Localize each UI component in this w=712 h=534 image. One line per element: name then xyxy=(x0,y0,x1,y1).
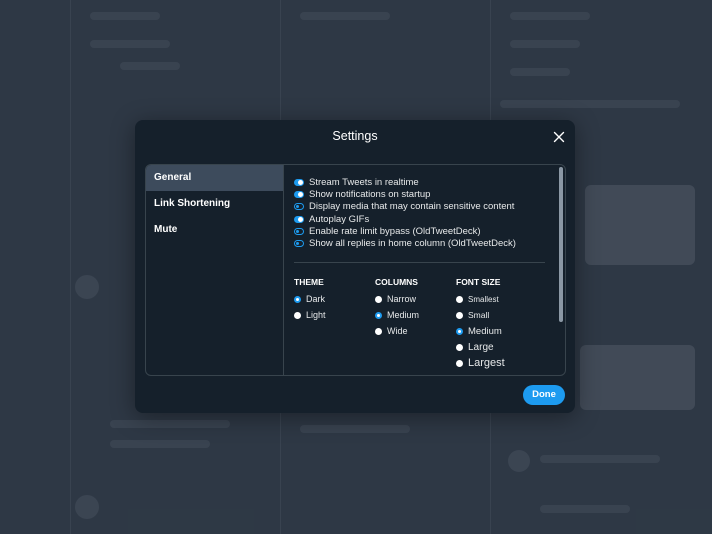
radio-label: Narrow xyxy=(387,294,417,304)
sidebar-item-mute[interactable]: Mute xyxy=(146,217,283,243)
toggle-switch-off[interactable] xyxy=(294,240,304,248)
general-settings: Stream Tweets in realtime Show notificat… xyxy=(284,165,555,375)
radio-label: Light xyxy=(306,310,326,320)
radio-label: Large xyxy=(468,341,494,353)
columns-group: COLUMNS Narrow Medium Wide xyxy=(375,277,419,339)
radio-label: Largest xyxy=(468,357,505,369)
toggle-switch-on[interactable] xyxy=(294,215,304,223)
toggle-switch-on[interactable] xyxy=(294,178,304,186)
settings-panel: General Link Shortening Mute Stream Twee… xyxy=(145,164,566,376)
toggle-label: Autoplay GIFs xyxy=(309,213,370,225)
toggle-autoplay-gifs[interactable]: Autoplay GIFs xyxy=(294,213,516,225)
radio-label: Small xyxy=(468,310,490,320)
toggle-label: Stream Tweets in realtime xyxy=(309,176,419,188)
radio-theme-dark[interactable]: Dark xyxy=(294,291,326,307)
columns-title: COLUMNS xyxy=(375,277,418,287)
radio-selected[interactable] xyxy=(456,327,463,335)
radio-label: Smallest xyxy=(468,294,499,304)
radio-label: Medium xyxy=(387,310,420,320)
font-size-title: FONT SIZE xyxy=(456,277,501,287)
radio-columns-medium[interactable]: Medium xyxy=(375,307,419,323)
radio-unselected[interactable] xyxy=(375,295,382,303)
radio-label: Wide xyxy=(387,326,408,336)
radio-label: Dark xyxy=(306,294,326,304)
toggle-show-notifications[interactable]: Show notifications on startup xyxy=(294,188,516,200)
radio-font-largest[interactable]: Largest xyxy=(456,355,505,371)
toggle-list: Stream Tweets in realtime Show notificat… xyxy=(294,176,516,250)
radio-font-smallest[interactable]: Smallest xyxy=(456,291,505,307)
theme-group: THEME Dark Light xyxy=(294,277,326,323)
sidebar-item-general[interactable]: General xyxy=(146,165,283,191)
toggle-label: Show all replies in home column (OldTwee… xyxy=(309,238,516,250)
radio-font-large[interactable]: Large xyxy=(456,339,505,355)
toggle-switch-off[interactable] xyxy=(294,227,304,235)
toggle-label: Show notifications on startup xyxy=(309,188,431,200)
radio-columns-wide[interactable]: Wide xyxy=(375,323,419,339)
close-icon xyxy=(553,131,565,143)
radio-unselected[interactable] xyxy=(456,359,463,367)
divider xyxy=(294,262,545,263)
close-button[interactable] xyxy=(551,129,567,145)
settings-modal: Settings General Link Shortening Mute St… xyxy=(135,120,575,413)
toggle-show-all-replies[interactable]: Show all replies in home column (OldTwee… xyxy=(294,237,516,249)
toggle-stream-tweets[interactable]: Stream Tweets in realtime xyxy=(294,176,516,188)
toggle-switch-on[interactable] xyxy=(294,190,304,198)
done-button[interactable]: Done xyxy=(523,385,565,405)
radio-font-small[interactable]: Small xyxy=(456,307,505,323)
toggle-label: Display media that may contain sensitive… xyxy=(309,201,515,213)
scrollbar[interactable] xyxy=(559,167,563,322)
radio-theme-light[interactable]: Light xyxy=(294,307,326,323)
toggle-switch-off[interactable] xyxy=(294,203,304,211)
radio-columns-narrow[interactable]: Narrow xyxy=(375,291,419,307)
radio-selected[interactable] xyxy=(294,295,301,303)
sidebar-item-link-shortening[interactable]: Link Shortening xyxy=(146,191,283,217)
radio-unselected[interactable] xyxy=(456,295,463,303)
radio-unselected[interactable] xyxy=(294,311,301,319)
radio-unselected[interactable] xyxy=(456,311,463,319)
modal-title: Settings xyxy=(332,129,378,143)
radio-font-medium[interactable]: Medium xyxy=(456,323,505,339)
settings-sidebar: General Link Shortening Mute xyxy=(146,165,284,375)
toggle-rate-limit-bypass[interactable]: Enable rate limit bypass (OldTweetDeck) xyxy=(294,225,516,237)
radio-unselected[interactable] xyxy=(456,343,463,351)
toggle-sensitive-media[interactable]: Display media that may contain sensitive… xyxy=(294,201,516,213)
radio-selected[interactable] xyxy=(375,311,382,319)
toggle-label: Enable rate limit bypass (OldTweetDeck) xyxy=(309,225,481,237)
font-size-group: FONT SIZE Smallest Small Medium Large La… xyxy=(456,277,505,371)
radio-label: Medium xyxy=(468,325,502,337)
theme-title: THEME xyxy=(294,277,324,287)
radio-unselected[interactable] xyxy=(375,327,382,335)
